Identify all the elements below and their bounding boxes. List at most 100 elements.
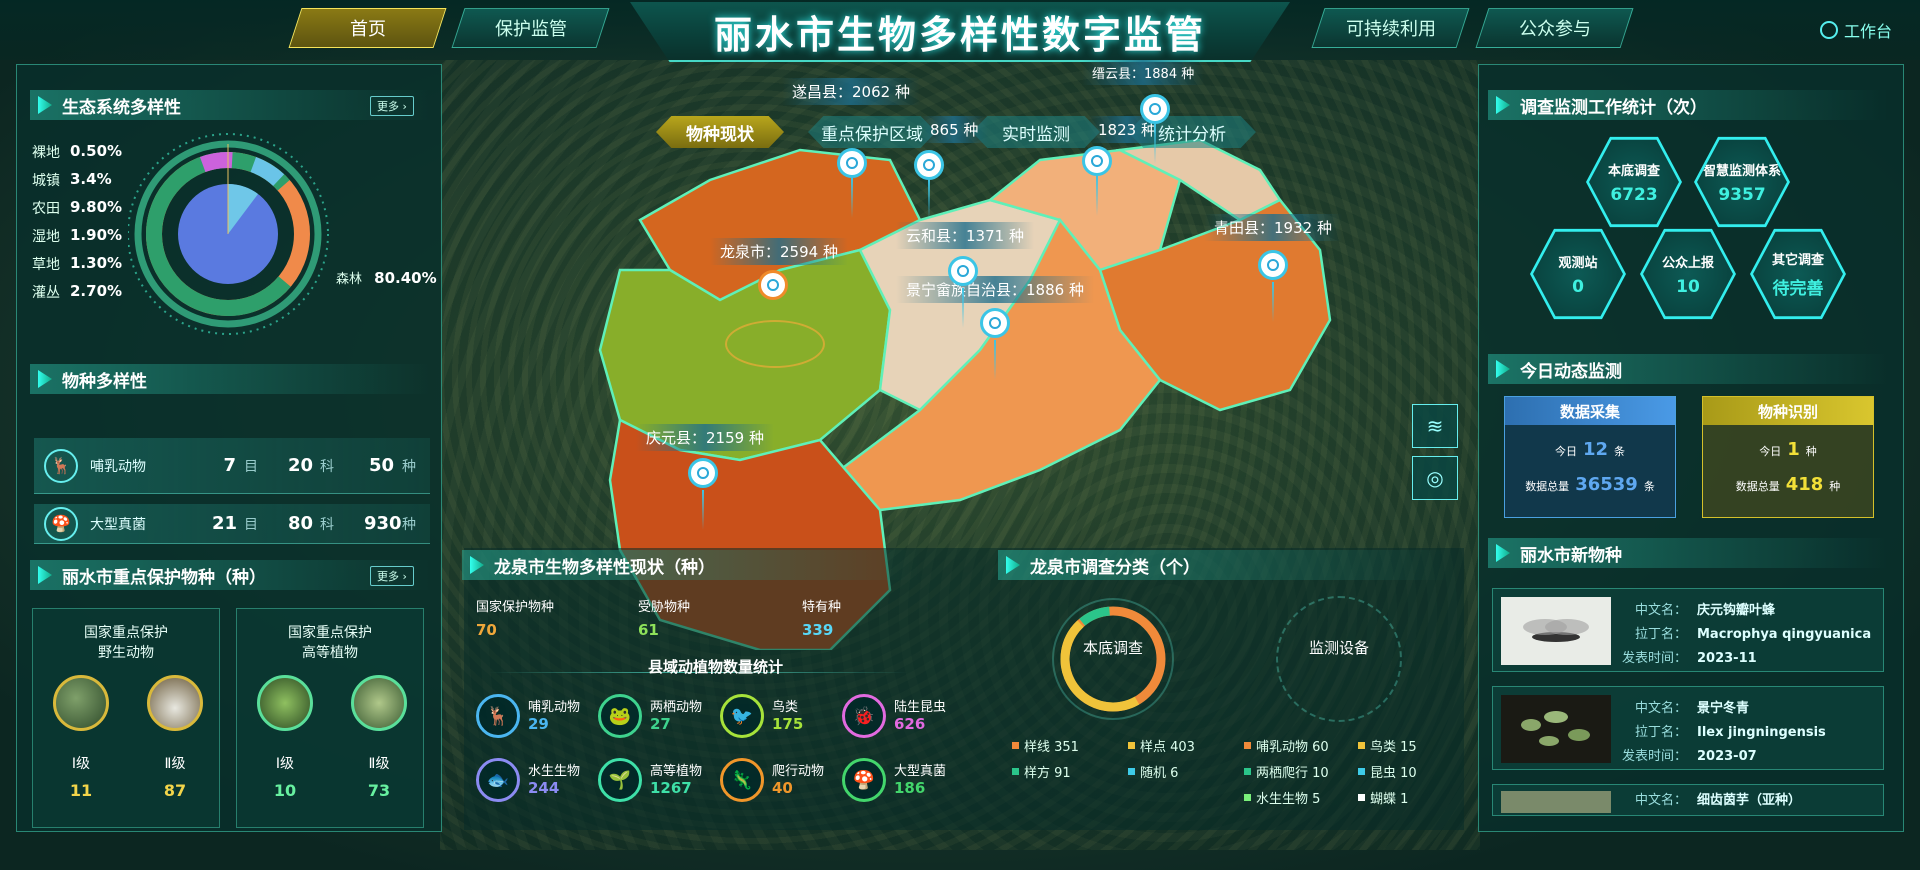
- species-family-count: 80: [288, 513, 314, 534]
- animal-value: 626: [894, 715, 926, 733]
- animal-stat[interactable]: 🐸 两栖动物 27: [598, 694, 718, 738]
- tab-sustainable[interactable]: 可持续利用: [1311, 8, 1470, 48]
- card-title: 物种识别: [1703, 397, 1873, 425]
- eco-item-value: 2.70%: [70, 282, 123, 300]
- animal-name: 陆生昆虫: [894, 700, 947, 715]
- animal-name: 大型真菌: [894, 764, 947, 779]
- protect-title-text: 丽水市重点保护物种（种）: [62, 567, 266, 588]
- animal-avatar-level2[interactable]: [147, 675, 203, 731]
- legend-item: 哺乳动物 60: [1244, 736, 1329, 755]
- survey-ring-device[interactable]: [1276, 596, 1402, 722]
- map-pin-jinyun[interactable]: [1140, 94, 1170, 124]
- plant-avatar-level1[interactable]: [257, 675, 313, 731]
- animal-avatar-level1[interactable]: [53, 675, 109, 731]
- tab-sustainable-label: 可持续利用: [1345, 19, 1436, 40]
- beetle-icon: 🐞: [842, 694, 886, 738]
- pin-stem: [962, 288, 964, 328]
- layers-button[interactable]: ≋: [1412, 404, 1458, 448]
- tab-protection[interactable]: 保护监管: [451, 8, 610, 48]
- species-pub-time: 2023-07: [1697, 749, 1757, 764]
- animal-stat[interactable]: 🐟 水生生物 244: [476, 758, 596, 802]
- map-label-qingyuan: 庆元县：2159 种: [636, 424, 774, 451]
- hex-value: 待完善: [1772, 279, 1824, 299]
- eco-item: 裸地 0.50%: [32, 142, 142, 162]
- sprout-icon: 🌱: [598, 758, 642, 802]
- species-title-text: 物种多样性: [62, 371, 147, 392]
- globe-button[interactable]: ◎: [1412, 456, 1458, 500]
- species-photo-sawfly: [1501, 597, 1611, 665]
- field-label: 中文名：: [1634, 793, 1687, 808]
- eco-more-button[interactable]: 更多 ›: [370, 96, 414, 116]
- new-species-item[interactable]: 中文名： 景宁冬青 拉丁名： Ilex jingningensis 发表时间： 2023-…: [1492, 686, 1884, 770]
- tab-home[interactable]: 首页: [288, 8, 447, 48]
- new-species-item[interactable]: 中文名： 细齿茵芋（亚种）: [1492, 784, 1884, 816]
- animal-stat[interactable]: 🦎 爬行动物 40: [720, 758, 840, 802]
- eco-item-name: 裸地: [32, 145, 60, 161]
- field-label: 发表时间：: [1621, 749, 1687, 764]
- eco-forest-value: 80.40%: [374, 269, 437, 287]
- eco-item-name: 农田: [32, 201, 60, 217]
- animal-stat[interactable]: 🐞 陆生昆虫 626: [842, 694, 962, 738]
- map-tab-realtime[interactable]: 实时监测: [972, 116, 1100, 148]
- map-pin-yunhe[interactable]: [948, 256, 978, 286]
- card-today-label: 今日: [1759, 445, 1782, 458]
- species-latin-name: Ilex jingningensis: [1697, 725, 1826, 740]
- animal-stat[interactable]: 🌱 高等植物 1267: [598, 758, 718, 802]
- card-total-value: 36539: [1575, 474, 1638, 495]
- map-pin-liandu[interactable]: [1082, 146, 1112, 176]
- animal-stat[interactable]: 🍄 大型真菌 186: [842, 758, 962, 802]
- legend-swatch: [1244, 794, 1251, 801]
- animal-name: 爬行动物: [772, 764, 825, 779]
- protect-level-value: 73: [367, 781, 391, 800]
- deer-icon: 🦌: [44, 448, 78, 483]
- legend-item: 蝴蝶 1: [1358, 788, 1408, 807]
- map-pin-jingning[interactable]: [980, 308, 1010, 338]
- species-identify-card[interactable]: 物种识别 今日 1 种 数据总量 418 种: [1702, 396, 1874, 518]
- map-pin-qingtian[interactable]: [1258, 250, 1288, 280]
- hex-value: 9357: [1718, 184, 1766, 205]
- card-title: 数据采集: [1505, 397, 1675, 425]
- protect-box-plants: 国家重点保护 高等植物 Ⅰ级 Ⅱ级 10 73: [236, 608, 424, 828]
- workbench-icon: [1819, 21, 1838, 39]
- data-collect-card[interactable]: 数据采集 今日 12 条 数据总量 36539 条: [1504, 396, 1676, 518]
- animal-stat[interactable]: 🐦 鸟类 175: [720, 694, 840, 738]
- survey-ring-baseline[interactable]: [1050, 596, 1176, 722]
- legend-item: 两栖爬行 10: [1244, 762, 1329, 781]
- map-pin-songyang[interactable]: [914, 150, 944, 180]
- map-pin-longquan[interactable]: [758, 270, 788, 300]
- legend-swatch: [1358, 794, 1365, 801]
- map-tab-species[interactable]: 物种现状: [656, 116, 784, 148]
- globe-icon: ◎: [1426, 466, 1444, 490]
- card-total-value: 418: [1785, 474, 1824, 495]
- pin-stem: [1272, 282, 1274, 322]
- map-label-jingning: 景宁畲族自治县：1886 种: [896, 276, 1094, 303]
- animal-name: 两栖动物: [650, 700, 703, 715]
- animal-stat[interactable]: 🦌 哺乳动物 29: [476, 694, 596, 738]
- eco-title-text: 生态系统多样性: [62, 97, 181, 118]
- legend-item: 昆虫 10: [1358, 762, 1417, 781]
- protect-level-label: Ⅱ级: [368, 756, 390, 772]
- tab-public[interactable]: 公众参与: [1475, 8, 1634, 48]
- card-today-value: 1: [1787, 439, 1800, 460]
- species-row[interactable]: 🦌 哺乳动物 7目 20 科 50 种: [34, 438, 430, 494]
- protect-box-subtitle: 高等植物: [302, 645, 358, 661]
- frog-icon: 🐸: [598, 694, 642, 738]
- field-label: 中文名：: [1634, 603, 1687, 618]
- map-pin-qingyuan[interactable]: [688, 458, 718, 488]
- deer-icon: 🦌: [476, 694, 520, 738]
- pin-stem: [1154, 124, 1156, 164]
- legend-text: 样方 91: [1024, 766, 1071, 781]
- workbench-link[interactable]: 工作台: [1819, 18, 1892, 42]
- plant-avatar-level2[interactable]: [351, 675, 407, 731]
- pin-stem: [851, 178, 853, 218]
- new-species-item[interactable]: 中文名： 庆元钩瓣叶蜂 拉丁名： Macrophya qingyuanica 发表时间：…: [1492, 588, 1884, 672]
- card-today-unit: 种: [1805, 445, 1817, 458]
- work-title: 调查监测工作统计（次）: [1488, 90, 1888, 120]
- tab-public-label: 公众参与: [1518, 19, 1591, 40]
- legend-text: 样线 351: [1024, 740, 1079, 755]
- protect-more-button[interactable]: 更多 ›: [370, 566, 414, 586]
- map-tab-protected[interactable]: 重点保护区域: [808, 116, 936, 148]
- map-pin-suichang[interactable]: [837, 148, 867, 178]
- species-row[interactable]: 🍄 大型真菌 21 目 80 科 930 种: [34, 504, 430, 544]
- hex-value: 0: [1572, 276, 1584, 297]
